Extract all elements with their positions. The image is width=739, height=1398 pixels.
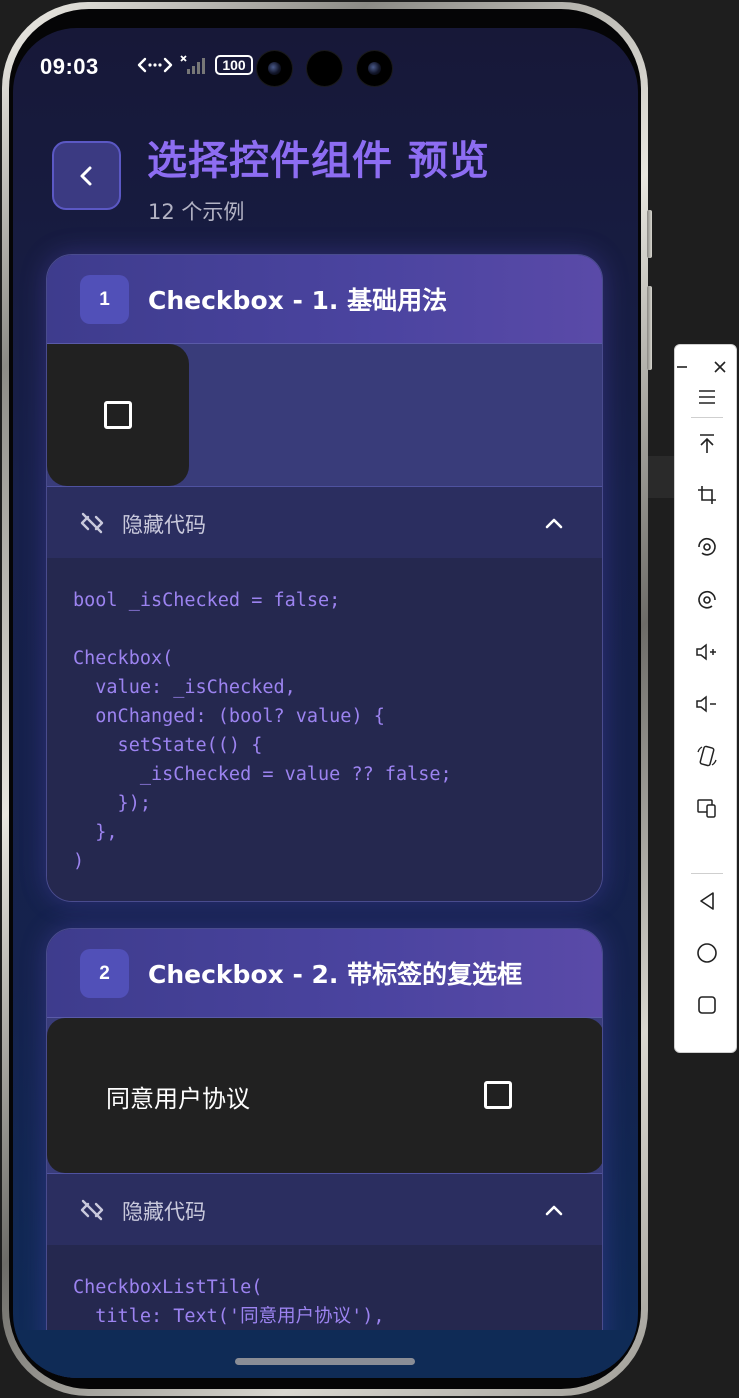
checkbox[interactable] [104, 401, 132, 429]
chevron-up-icon[interactable] [543, 1199, 565, 1221]
page-title: 选择控件组件 预览 [147, 138, 490, 184]
code-off-icon [80, 1199, 104, 1221]
code-text: bool _isChecked = false; Checkbox( value… [73, 590, 452, 872]
code-off-icon [80, 512, 104, 534]
volume-up-icon[interactable] [675, 630, 738, 674]
camera-center [307, 51, 342, 86]
phone-screen: 09:03 100 选择控件组件 预览 12 个示例 1 Checkbox - … [13, 28, 638, 1378]
hide-code-toggle[interactable]: 隐藏代码 [47, 487, 602, 558]
volume-down-icon[interactable] [675, 682, 738, 726]
hide-code-toggle[interactable]: 隐藏代码 [47, 1174, 602, 1245]
code-text: CheckboxListTile( title: Text('同意用户协议'), [73, 1277, 385, 1327]
home-nav-icon[interactable] [675, 931, 738, 975]
code-block: bool _isChecked = false; Checkbox( value… [47, 558, 602, 901]
hide-code-label: 隐藏代码 [122, 1200, 206, 1224]
camera-left [257, 51, 292, 86]
toolbar-separator [691, 873, 723, 874]
crop-icon[interactable] [675, 473, 738, 517]
list-tile-label: 同意用户协议 [106, 1085, 250, 1113]
bottom-gesture-area [13, 1330, 638, 1378]
chevron-up-icon[interactable] [543, 512, 565, 534]
card-header: 2 Checkbox - 2. 带标签的复选框 [47, 929, 602, 1018]
page-subtitle: 12 个示例 [148, 200, 245, 224]
toolbar-separator [691, 417, 723, 418]
emulator-toolbar [674, 344, 737, 1053]
status-time: 09:03 [40, 54, 99, 79]
battery-icon: 100 [215, 55, 253, 75]
card-index-badge: 2 [80, 949, 129, 998]
card-title: Checkbox - 2. 带标签的复选框 [148, 960, 523, 989]
chevron-left-icon [80, 166, 91, 185]
menu-icon[interactable] [675, 375, 738, 419]
power-button [647, 286, 652, 370]
checkbox-preview-tile [47, 344, 189, 486]
status-bar: 09:03 100 [13, 28, 638, 104]
screen-record-icon[interactable] [675, 525, 738, 569]
checkbox-list-tile[interactable]: 同意用户协议 [47, 1018, 602, 1173]
checkbox[interactable] [484, 1081, 512, 1109]
example-card-2: 2 Checkbox - 2. 带标签的复选框 同意用户协议 隐藏代码 Chec… [46, 928, 603, 1378]
card-header: 1 Checkbox - 1. 基础用法 [47, 255, 602, 344]
data-transfer-icon [137, 57, 173, 73]
multi-device-icon[interactable] [675, 786, 738, 830]
back-button[interactable] [52, 141, 121, 210]
no-signal-icon [180, 55, 205, 74]
recents-nav-icon[interactable] [675, 983, 738, 1027]
status-icons: 100 [137, 54, 253, 76]
rotate-icon[interactable] [675, 734, 738, 778]
preview-area [47, 344, 602, 487]
home-indicator[interactable] [235, 1358, 415, 1365]
card-title: Checkbox - 1. 基础用法 [148, 286, 448, 315]
camera-right [357, 51, 392, 86]
screenshot-icon[interactable] [675, 578, 738, 622]
hide-code-label: 隐藏代码 [122, 513, 206, 537]
example-card-1: 1 Checkbox - 1. 基础用法 隐藏代码 bool _isChecke… [46, 254, 603, 902]
back-nav-icon[interactable] [675, 879, 738, 923]
card-index-badge: 1 [80, 275, 129, 324]
preview-area: 同意用户协议 [47, 1018, 602, 1174]
side-stub [648, 456, 674, 498]
volume-button [647, 210, 652, 258]
pin-top-icon[interactable] [675, 422, 738, 466]
